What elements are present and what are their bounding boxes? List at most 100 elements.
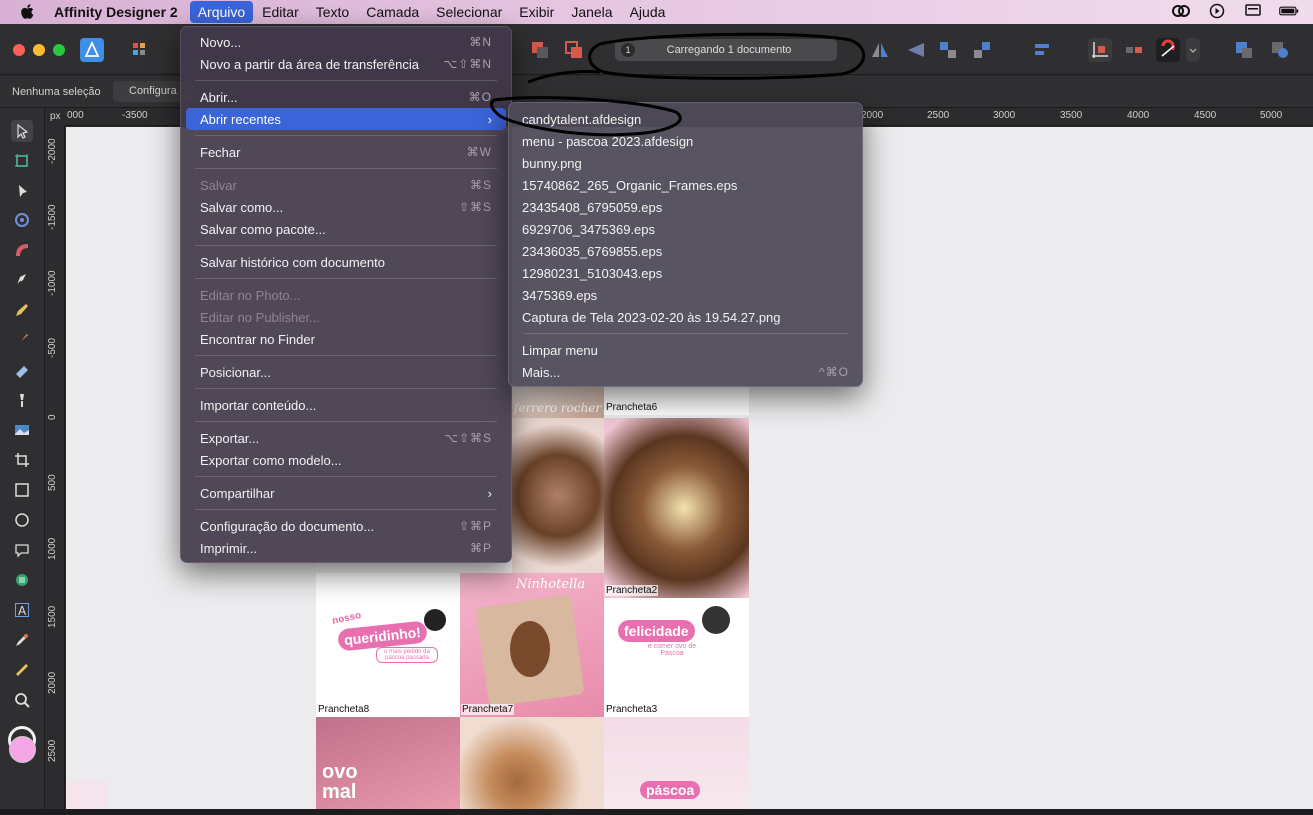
pixel-persona-icon[interactable] — [128, 38, 152, 62]
zoom-window-button[interactable] — [53, 44, 65, 56]
menu-item-posicionar[interactable]: Posicionar... — [186, 361, 506, 383]
crop-tool-icon[interactable] — [11, 449, 33, 471]
recent-file-item[interactable]: menu - pascoa 2023.afdesign — [514, 130, 857, 152]
menu-item-salvar-historico-com-documento[interactable]: Salvar histórico com documento — [186, 251, 506, 273]
artboard-chocolate-eggs[interactable] — [460, 717, 604, 809]
pencil-tool-icon[interactable] — [11, 299, 33, 321]
menu-item-encontrar-no-finder[interactable]: Encontrar no Finder — [186, 328, 506, 350]
arrange-forward-icon[interactable] — [936, 38, 960, 62]
menu-item-configuracao-do-documento[interactable]: Configuração do documento... ⇧⌘P — [186, 515, 506, 537]
measure-tool-icon[interactable] — [11, 659, 33, 681]
pen-tool-icon[interactable] — [11, 269, 33, 291]
menu-item-abrir-recentes[interactable]: Abrir recentes › — [186, 108, 506, 130]
mal-text: mal — [322, 781, 357, 803]
ruler-tick: -2000 — [47, 138, 58, 164]
color-picker-icon[interactable] — [11, 629, 33, 651]
menu-item-imprimir[interactable]: Imprimir... ⌘P — [186, 537, 506, 559]
menu-ajuda[interactable]: Ajuda — [622, 1, 674, 23]
menu-camada[interactable]: Camada — [358, 1, 427, 23]
insert-behind-icon[interactable] — [1232, 38, 1256, 62]
boolean-intersect-icon[interactable] — [562, 38, 586, 62]
fill-tool-icon[interactable] — [11, 359, 33, 381]
minimize-window-button[interactable] — [33, 44, 45, 56]
artboard-prancheta6[interactable]: Prancheta6 — [604, 385, 749, 415]
menu-item-importar-conteudo[interactable]: Importar conteúdo... — [186, 394, 506, 416]
artboard-prancheta3[interactable]: felicidade é comer ovo de Páscoa Pranche… — [604, 598, 749, 717]
recent-file-item[interactable]: Captura de Tela 2023-02-20 às 19.54.27.p… — [514, 306, 857, 328]
menu-item-salvar-como[interactable]: Salvar como... ⇧⌘S — [186, 196, 506, 218]
zoom-tool-icon[interactable] — [11, 689, 33, 711]
recent-file-item[interactable]: 23435408_6795059.eps — [514, 196, 857, 218]
designer-persona-icon[interactable] — [80, 38, 104, 62]
clear-recent-menu-item[interactable]: Limpar menu — [514, 339, 857, 361]
menu-editar[interactable]: Editar — [254, 1, 307, 23]
apple-icon[interactable] — [0, 4, 54, 20]
artboard-prancheta8[interactable]: nosso queridinho! o mais pedido da pásco… — [316, 573, 460, 717]
menu-item-label: Limpar menu — [522, 342, 598, 358]
artboard-tool-icon[interactable] — [11, 150, 33, 172]
recent-file-item[interactable]: 12980231_5103043.eps — [514, 262, 857, 284]
rectangle-tool-icon[interactable] — [11, 479, 33, 501]
shape-builder-icon[interactable] — [11, 239, 33, 261]
recent-file-item[interactable]: 6929706_3475369.eps — [514, 218, 857, 240]
menu-selecionar[interactable]: Selecionar — [428, 1, 510, 23]
app-name[interactable]: Affinity Designer 2 — [54, 4, 178, 20]
boolean-subtract-icon[interactable] — [528, 38, 552, 62]
flip-horizontal-icon[interactable] — [868, 38, 892, 62]
snapping-options-chevron-icon[interactable] — [1186, 38, 1200, 62]
fill-color-swatch[interactable] — [9, 736, 36, 763]
artboard-chocolate-ball[interactable] — [512, 418, 604, 573]
menu-texto[interactable]: Texto — [308, 1, 357, 23]
recent-file-item[interactable]: candytalent.afdesign — [514, 108, 857, 130]
more-recent-menu-item[interactable]: Mais... ^⌘O — [514, 361, 857, 383]
menu-item-novo-a-partir-da-area-de-transferencia[interactable]: Novo a partir da área de transferência ⌥⇧… — [186, 53, 506, 75]
transparency-tool-icon[interactable] — [11, 389, 33, 411]
align-icon[interactable] — [1030, 38, 1054, 62]
menu-item-fechar[interactable]: Fechar ⌘W — [186, 141, 506, 163]
recent-file-item[interactable]: 3475369.eps — [514, 284, 857, 306]
triangle-shapes-icon[interactable] — [11, 569, 33, 591]
vertical-ruler[interactable]: -2000 -1500 -1000 -500 0 500 1000 1500 2… — [45, 126, 65, 815]
close-window-button[interactable] — [13, 44, 25, 56]
display-icon[interactable] — [1243, 2, 1263, 20]
creative-cloud-icon[interactable] — [1171, 2, 1191, 20]
menu-arquivo[interactable]: Arquivo — [189, 1, 254, 23]
menu-item-compartilhar[interactable]: Compartilhar › — [186, 482, 506, 504]
ruler-unit-label[interactable]: px — [45, 108, 65, 126]
callout-tool-icon[interactable] — [11, 539, 33, 561]
recent-file-item[interactable]: 23436035_6769855.eps — [514, 240, 857, 262]
node-tool-icon[interactable] — [11, 180, 33, 202]
menu-shortcut: ⇧⌘P — [458, 519, 492, 533]
play-circle-icon[interactable] — [1207, 2, 1227, 20]
ellipse-tool-icon[interactable] — [11, 509, 33, 531]
menu-exibir[interactable]: Exibir — [511, 1, 562, 23]
artistic-text-tool-icon[interactable]: A — [11, 599, 33, 621]
flip-vertical-icon[interactable] — [904, 38, 928, 62]
place-image-icon[interactable] — [11, 419, 33, 441]
menu-item-novo[interactable]: Novo... ⌘N — [186, 31, 506, 53]
corner-tool-icon[interactable] — [11, 209, 33, 231]
menu-item-exportar[interactable]: Exportar... ⌥⇧⌘S — [186, 427, 506, 449]
artboard-ovo-mal[interactable]: ovo mal — [316, 717, 460, 809]
insert-inside-icon[interactable] — [1268, 38, 1292, 62]
menu-separator — [195, 388, 497, 389]
snapping-grid-icon[interactable] — [1088, 38, 1112, 62]
menu-item-exportar-como-modelo[interactable]: Exportar como modelo... — [186, 449, 506, 471]
move-tool-icon[interactable] — [11, 120, 33, 142]
recent-file-item[interactable]: 15740862_265_Organic_Frames.eps — [514, 174, 857, 196]
recent-file-item[interactable]: bunny.png — [514, 152, 857, 174]
battery-icon[interactable] — [1279, 2, 1299, 20]
menu-janela[interactable]: Janela — [563, 1, 620, 23]
menu-item-salvar-como-pacote[interactable]: Salvar como pacote... — [186, 218, 506, 240]
menu-item-abrir[interactable]: Abrir... ⌘O — [186, 86, 506, 108]
vector-brush-icon[interactable] — [11, 329, 33, 351]
loading-status-text: Carregando 1 documento — [666, 44, 792, 56]
recent-file-name: 23435408_6795059.eps — [522, 199, 663, 215]
artboard-prancheta7[interactable]: Ninhotella Prancheta7 — [460, 573, 604, 717]
snapping-toggle-icon[interactable] — [1122, 38, 1146, 62]
artboard-prancheta2[interactable]: Prancheta2 — [604, 418, 749, 598]
arrange-back-icon[interactable] — [970, 38, 994, 62]
artboard-pascoa[interactable]: páscoa — [604, 717, 749, 809]
ruler-tick: 4500 — [1194, 110, 1217, 121]
snapping-magnet-icon[interactable] — [1156, 38, 1180, 62]
